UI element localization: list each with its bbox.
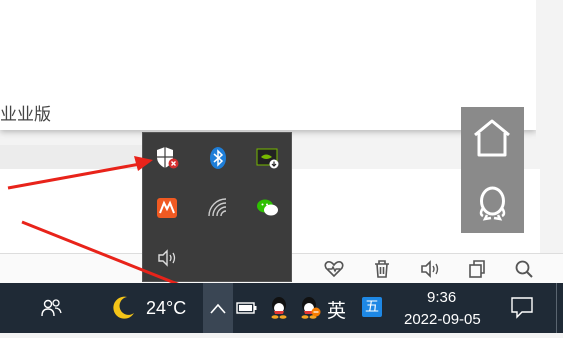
chevron-up-icon — [210, 303, 226, 314]
clock-time[interactable]: 9:36 — [427, 289, 456, 306]
clock-date[interactable]: 2022-09-05 — [404, 311, 481, 328]
show-hidden-icons-button[interactable] — [203, 283, 233, 333]
ime-wubi-label: 五 — [365, 299, 379, 315]
qq-icon-2[interactable] — [298, 295, 322, 319]
battery-icon[interactable] — [236, 299, 258, 317]
red-arrow-1 — [7, 162, 141, 190]
red-arrow-1-head — [134, 156, 153, 171]
show-desktop-divider — [556, 283, 557, 333]
moon-icon[interactable] — [108, 293, 138, 323]
taskbar: 24°C 英 五 9:36 2022-09-05 — [0, 283, 563, 333]
ime-language-indicator[interactable]: 英 — [327, 296, 346, 323]
weather-temperature[interactable]: 24°C — [146, 298, 186, 319]
people-icon[interactable] — [40, 297, 64, 319]
qq-icon[interactable] — [268, 295, 290, 319]
notification-icon[interactable] — [509, 295, 535, 321]
ime-mode-icon[interactable]: 五 — [362, 297, 382, 317]
red-arrow-2 — [21, 220, 196, 293]
